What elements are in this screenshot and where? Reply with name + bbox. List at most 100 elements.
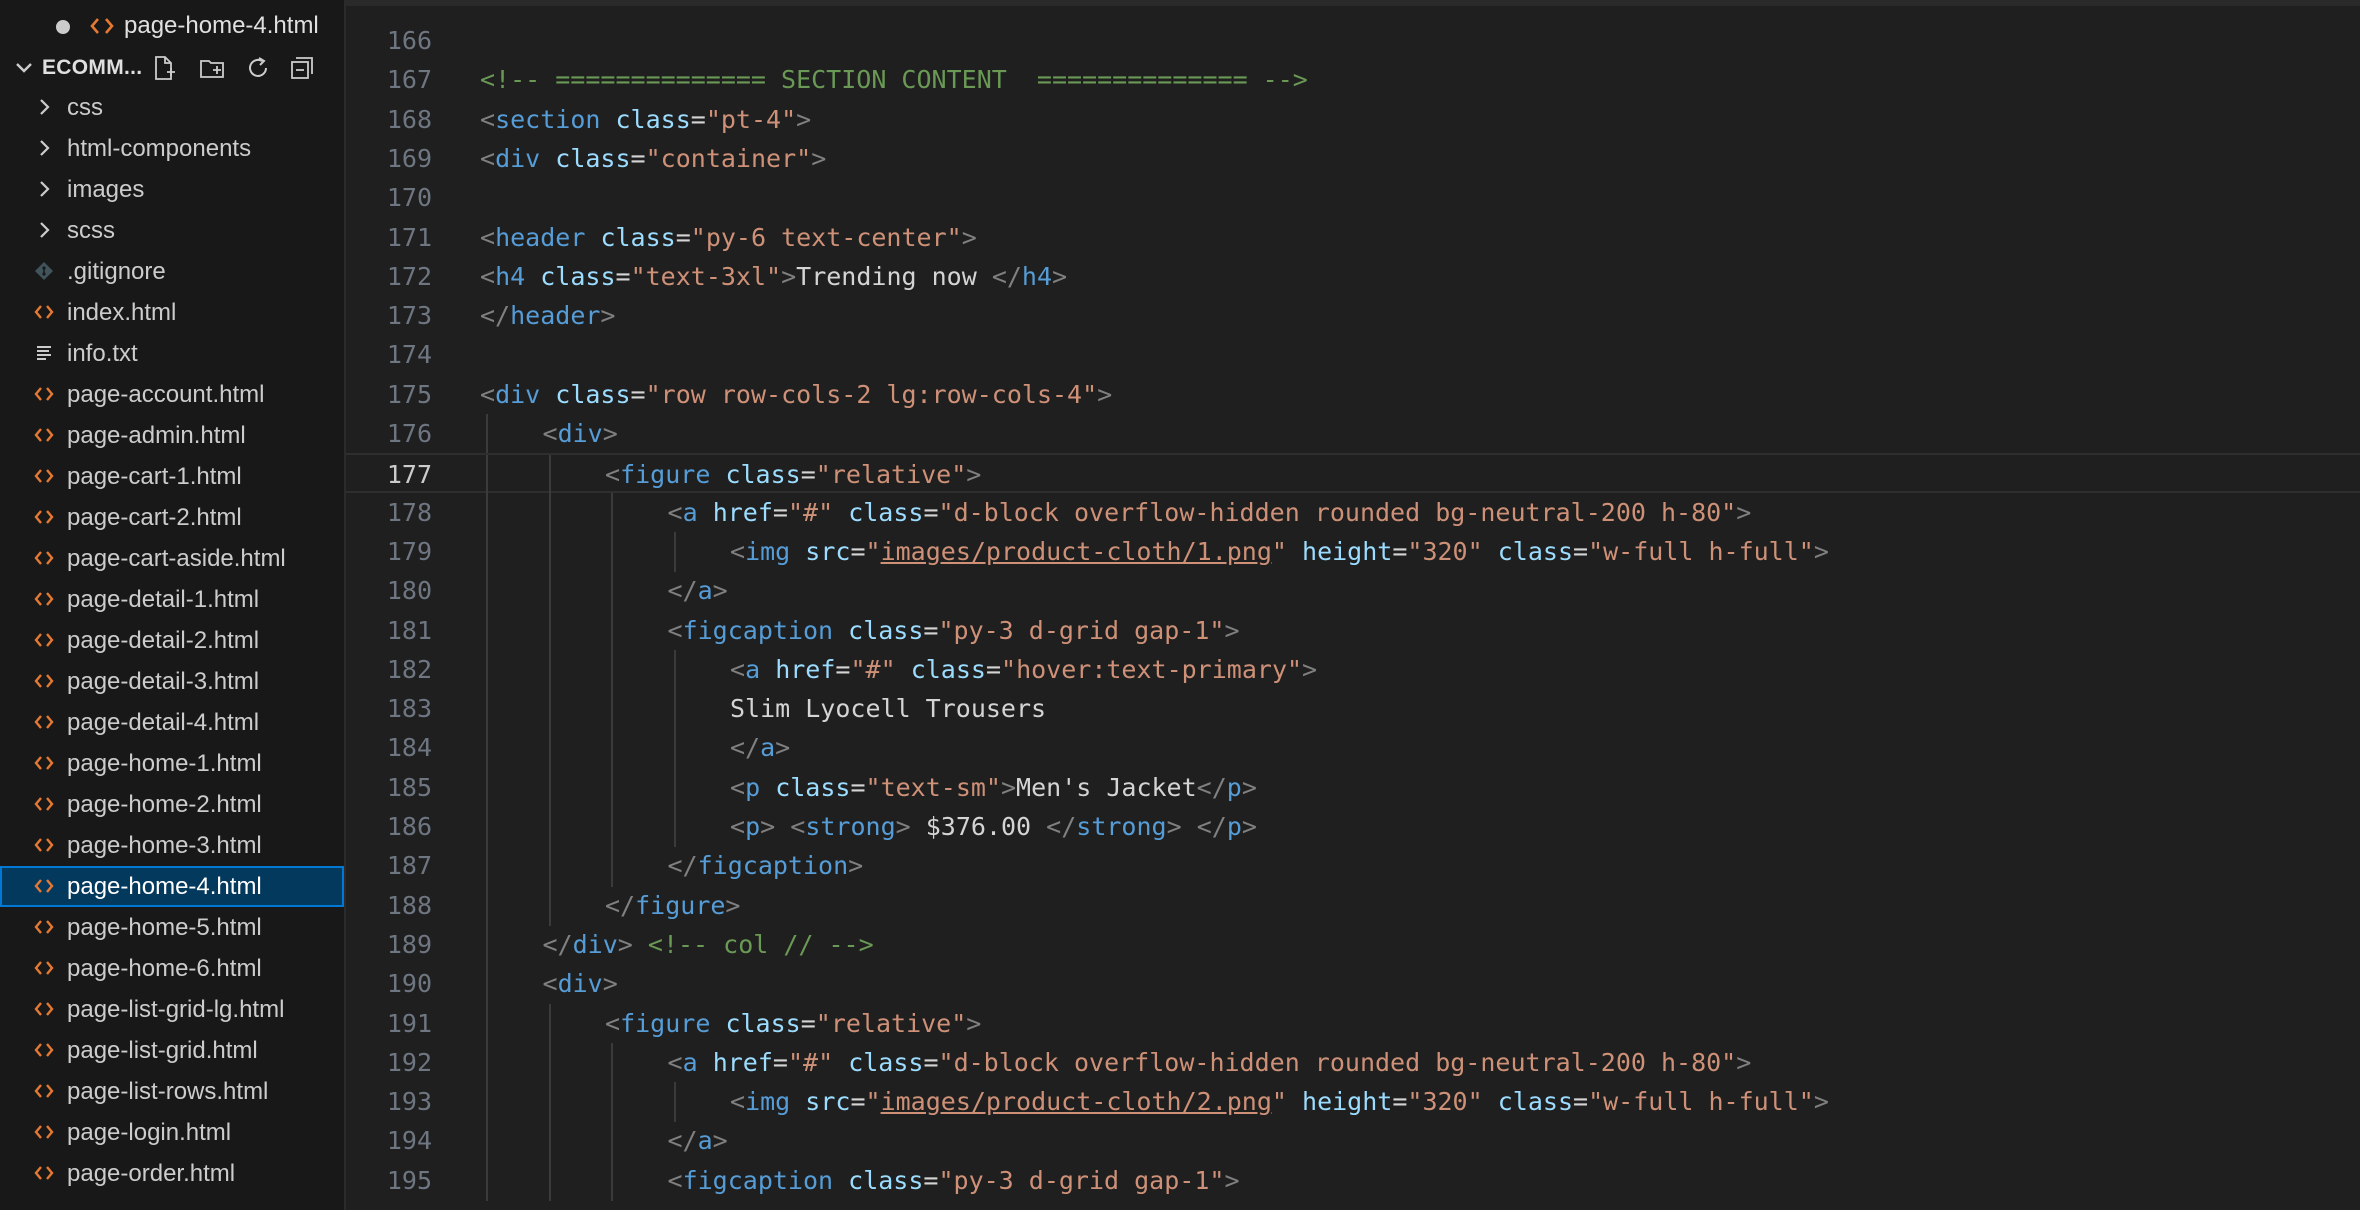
file-item[interactable]: page-detail-2.html: [0, 620, 344, 661]
file-item[interactable]: page-home-4.html: [0, 866, 344, 907]
code-token: <: [605, 1008, 621, 1038]
code-token: =: [923, 1047, 939, 1077]
line-number: 182: [386, 654, 432, 684]
code-line[interactable]: 184 </a>: [346, 728, 2360, 769]
code-line[interactable]: 173 </header>: [346, 296, 2360, 335]
code-line[interactable]: 190 <div>: [346, 964, 2360, 1005]
code-line[interactable]: 192 <a href="#" class="d-block overflow-h…: [346, 1042, 2360, 1084]
folder-item[interactable]: css: [0, 87, 344, 128]
code-line[interactable]: 191 <figure class="relative">: [346, 1003, 2360, 1044]
line-number: 193: [386, 1087, 432, 1117]
line-number: 186: [386, 812, 432, 841]
code-token: Men's Jacket: [1016, 772, 1197, 802]
code-editor[interactable]: 166 167 <!-- ============== SECTION CONTEN…: [346, 0, 2360, 1210]
open-editor-label: page-home-4.html: [124, 12, 319, 39]
file-item[interactable]: page-admin.html: [0, 415, 344, 456]
project-header[interactable]: ECOMM...: [0, 48, 344, 88]
file-item[interactable]: info.txt: [0, 333, 344, 374]
code-line[interactable]: 174: [346, 335, 2360, 374]
indent-guide: [486, 689, 488, 730]
code-token: <: [480, 104, 496, 134]
html-file-icon: [34, 838, 54, 852]
file-item[interactable]: page-order.html: [0, 1153, 344, 1194]
file-item[interactable]: page-detail-3.html: [0, 661, 344, 702]
code-token: src: [805, 1087, 851, 1117]
code-line[interactable]: 177 <figure class="relative">: [346, 453, 2360, 496]
indent-guide: [611, 807, 613, 848]
line-number: 179: [386, 536, 432, 566]
code-line[interactable]: 181 <figcaption class="py-3 d-grid gap-1"…: [346, 610, 2360, 651]
new-folder-button[interactable]: [198, 54, 226, 82]
code-line[interactable]: 172 <h4 class="text-3xl">Trending now </h…: [346, 257, 2360, 296]
code-line[interactable]: 175 <div class="row row-cols-2 lg:row-col…: [346, 375, 2360, 414]
code-line[interactable]: 186 <p> <strong> $376.00 </strong> </p>: [346, 807, 2360, 848]
code-line[interactable]: 185 <p class="text-sm">Men's Jacket</p>: [346, 767, 2360, 808]
code-token[interactable]: images/product-cloth/2.png: [881, 1087, 1272, 1116]
code-line[interactable]: 170: [346, 178, 2360, 217]
folder-item[interactable]: scss: [0, 210, 344, 251]
line-number: 175: [386, 379, 432, 409]
code-token: =: [1573, 536, 1589, 566]
code-line[interactable]: 193 <img src="images/product-cloth/2.png"…: [346, 1082, 2360, 1123]
file-item[interactable]: page-cart-2.html: [0, 497, 344, 538]
file-item[interactable]: page-home-5.html: [0, 907, 344, 948]
new-file-button[interactable]: [150, 54, 178, 82]
file-item[interactable]: page-detail-4.html: [0, 702, 344, 743]
file-item[interactable]: .gitignore: [0, 251, 344, 292]
indent-guide: [486, 924, 488, 966]
line-number: 169: [386, 143, 432, 173]
code-line[interactable]: 178 <a href="#" class="d-block overflow-h…: [346, 492, 2360, 533]
collapse-all-button[interactable]: [288, 54, 316, 82]
folder-item[interactable]: html-components: [0, 128, 344, 169]
code-token: >: [961, 222, 977, 252]
file-item[interactable]: page-home-1.html: [0, 743, 344, 784]
file-item[interactable]: page-list-rows.html: [0, 1071, 344, 1112]
code-token: div: [495, 379, 541, 409]
file-item[interactable]: page-login.html: [0, 1112, 344, 1153]
tree-item-label: css: [67, 94, 103, 121]
folder-item[interactable]: images: [0, 169, 344, 210]
line-number: 183: [386, 694, 432, 724]
code-line[interactable]: 189 </div> <!-- col // -->: [346, 924, 2360, 966]
line-number: 166: [386, 26, 432, 55]
code-token: img: [745, 1087, 791, 1117]
file-item[interactable]: page-home-6.html: [0, 948, 344, 989]
file-item[interactable]: page-detail-1.html: [0, 579, 344, 620]
file-item[interactable]: page-list-grid-lg.html: [0, 989, 344, 1030]
code-line[interactable]: 166: [346, 21, 2360, 60]
code-text: <img src="images/product-cloth/1.png" he…: [730, 532, 1829, 571]
code-line[interactable]: 179 <img src="images/product-cloth/1.png"…: [346, 531, 2360, 573]
code-line[interactable]: 188 </figure>: [346, 885, 2360, 926]
code-token: class: [725, 460, 801, 490]
indent-guide: [486, 1160, 488, 1201]
file-item[interactable]: page-cart-aside.html: [0, 538, 344, 579]
code-line[interactable]: 167 <!-- ============== SECTION CONTENT =…: [346, 60, 2360, 99]
open-editor-item[interactable]: page-home-4.html: [0, 6, 344, 46]
tree-item-label: page-list-grid-lg.html: [67, 996, 285, 1023]
code-line[interactable]: 169 <div class="container">: [346, 139, 2360, 178]
code-line[interactable]: 171 <header class="py-6 text-center">: [346, 218, 2360, 257]
code-line[interactable]: 176 <div>: [346, 414, 2360, 455]
file-item[interactable]: page-list-grid.html: [0, 1030, 344, 1071]
file-item[interactable]: page-home-2.html: [0, 784, 344, 825]
refresh-button[interactable]: [244, 54, 272, 82]
code-line[interactable]: 194 </a>: [346, 1121, 2360, 1162]
indent-guide: [611, 1160, 613, 1201]
code-line[interactable]: 187 </figcaption>: [346, 846, 2360, 887]
code-line[interactable]: 195 <figcaption class="py-3 d-grid gap-1"…: [346, 1160, 2360, 1201]
code-token[interactable]: images/product-cloth/1.png: [881, 537, 1272, 566]
code-line[interactable]: 183 Slim Lyocell Trousers: [346, 689, 2360, 730]
code-token: Trending now: [796, 261, 992, 291]
file-item[interactable]: index.html: [0, 292, 344, 333]
code-line[interactable]: 180 </a>: [346, 571, 2360, 612]
code-token: <: [790, 812, 806, 841]
code-line[interactable]: 168 <section class="pt-4">: [346, 100, 2360, 139]
file-item[interactable]: page-cart-1.html: [0, 456, 344, 497]
file-item[interactable]: page-account.html: [0, 374, 344, 415]
code-line[interactable]: 182 <a href="#" class="hover:text-primary…: [346, 649, 2360, 691]
html-file-icon: [90, 18, 114, 34]
code-token: >: [895, 812, 911, 841]
line-number: 184: [386, 733, 432, 763]
file-item[interactable]: page-home-3.html: [0, 825, 344, 866]
